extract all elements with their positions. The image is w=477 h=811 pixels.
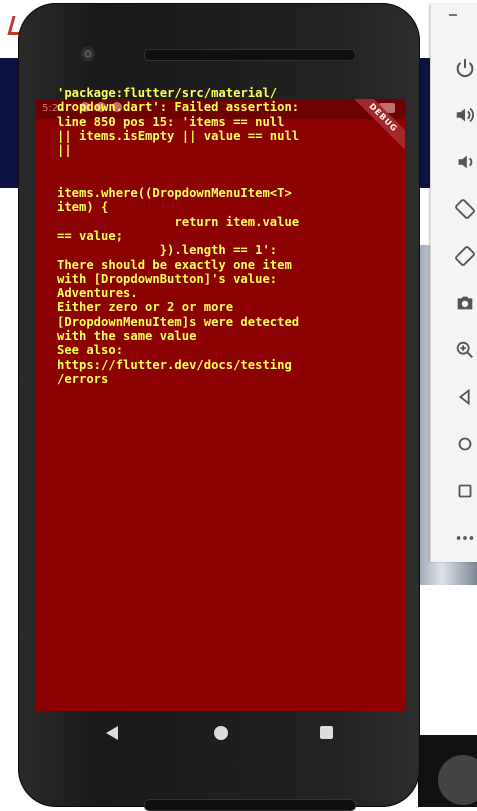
overview-icon[interactable] [453,479,477,503]
more-icon[interactable] [453,526,477,550]
back-icon[interactable] [453,385,477,409]
flutter-error-message: 'package:flutter/src/material/ dropdown.… [57,86,300,386]
zoom-icon[interactable] [453,338,477,362]
nav-back-icon[interactable] [106,726,118,740]
background-image-bottom [418,735,477,807]
minimize-icon[interactable] [449,14,457,16]
power-icon[interactable] [453,56,477,80]
volume-down-icon[interactable] [453,150,477,174]
rotate-left-icon[interactable] [453,197,477,221]
camera-icon[interactable] [453,291,477,315]
rotate-right-icon[interactable] [453,244,477,268]
earpiece-speaker [144,49,356,61]
front-camera [81,47,95,61]
android-nav-bar [36,711,405,755]
nav-home-icon[interactable] [214,726,228,740]
home-icon[interactable] [453,432,477,456]
bottom-speaker [144,799,356,811]
nav-overview-icon[interactable] [320,726,333,739]
volume-up-icon[interactable] [453,103,477,127]
emulator-side-toolbar [430,4,477,562]
